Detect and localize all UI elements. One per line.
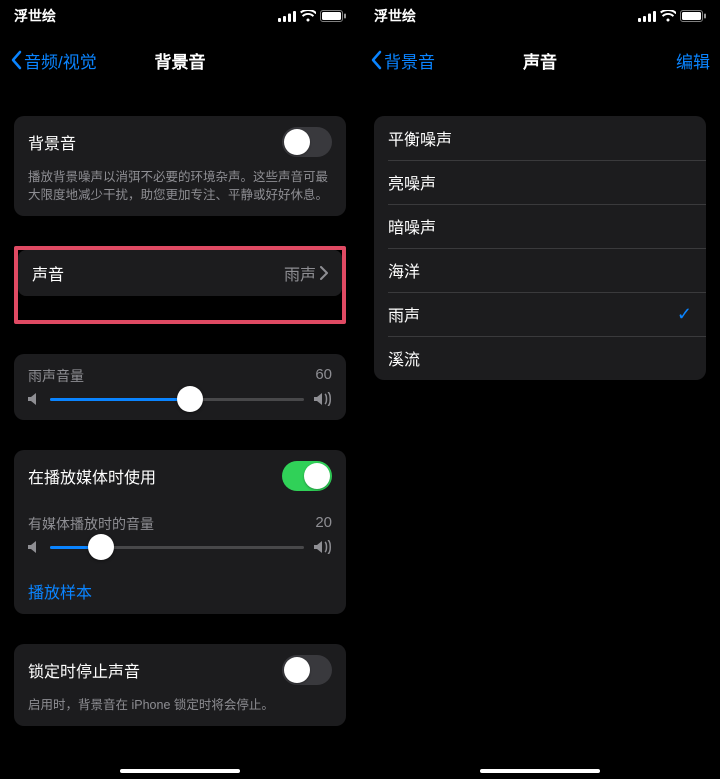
home-indicator[interactable] — [480, 769, 600, 773]
nav-back-label: 背景音 — [384, 48, 435, 73]
lock-toggle[interactable] — [282, 655, 332, 685]
phone-right: 浮世绘 背景音 声音 编辑 平衡噪声亮噪声暗噪声海洋雨声 ✓ 溪流 — [360, 0, 720, 779]
sound-value: 雨声 — [284, 261, 316, 285]
status-bar: 浮世绘 — [0, 0, 360, 28]
battery-icon — [320, 10, 346, 22]
sound-option-label: 海洋 — [388, 258, 420, 282]
volume-low-icon — [28, 540, 40, 554]
sound-option[interactable]: 暗噪声 — [374, 204, 706, 248]
media-use-label: 在播放媒体时使用 — [28, 464, 156, 488]
vol-value: 60 — [315, 366, 332, 386]
nav-back-button[interactable]: 音频/视觉 — [10, 48, 97, 73]
bg-desc: 播放背景噪声以消弭不必要的环境杂声。这些声音可最大限度地减少干扰，助您更加专注、… — [14, 168, 346, 216]
phone-left: 浮世绘 音频/视觉 背景音 背景音 播放背景噪声以消弭不必要的环境杂声。这些声音… — [0, 0, 360, 779]
sound-option[interactable]: 溪流 — [374, 336, 706, 380]
chevron-left-icon — [10, 50, 22, 70]
vol-label: 雨声音量 — [28, 366, 84, 386]
sound-option[interactable]: 亮噪声 — [374, 160, 706, 204]
vol-slider[interactable] — [50, 398, 304, 401]
check-icon: ✓ — [677, 304, 692, 325]
vol-slider-row[interactable] — [14, 386, 346, 420]
sound-option-label: 平衡噪声 — [388, 126, 452, 150]
volume-high-icon — [314, 392, 332, 406]
nav-bar: 背景音 声音 编辑 — [360, 38, 720, 82]
media-vol-slider-row[interactable] — [14, 534, 346, 568]
content: 平衡噪声亮噪声暗噪声海洋雨声 ✓ 溪流 — [360, 106, 720, 420]
row-play-sample[interactable]: 播放样本 — [14, 568, 346, 614]
home-indicator[interactable] — [120, 769, 240, 773]
sound-option-label: 雨声 — [388, 302, 420, 326]
lock-desc: 启用时，背景音在 iPhone 锁定时将会停止。 — [14, 696, 346, 726]
content: 背景音 播放背景噪声以消弭不必要的环境杂声。这些声音可最大限度地减少干扰，助您更… — [0, 106, 360, 766]
status-bar: 浮世绘 — [360, 0, 720, 28]
row-lock-toggle[interactable]: 锁定时停止声音 — [14, 644, 346, 696]
sound-option-label: 亮噪声 — [388, 170, 436, 194]
battery-icon — [680, 10, 706, 22]
volume-high-icon — [314, 540, 332, 554]
sound-option-label: 暗噪声 — [388, 214, 436, 238]
sound-option[interactable]: 海洋 — [374, 248, 706, 292]
group-media-use: 在播放媒体时使用 有媒体播放时的音量 20 播放样本 — [14, 450, 346, 614]
sound-label: 声音 — [32, 261, 64, 285]
status-icons — [638, 10, 706, 22]
wifi-icon — [660, 10, 676, 22]
status-time-or-app: 浮世绘 — [374, 6, 416, 26]
status-time-or-app: 浮世绘 — [14, 6, 56, 26]
group-background-sound: 背景音 播放背景噪声以消弭不必要的环境杂声。这些声音可最大限度地减少干扰，助您更… — [14, 116, 346, 216]
media-vol-label: 有媒体播放时的音量 — [28, 514, 154, 534]
row-media-use[interactable]: 在播放媒体时使用 — [14, 450, 346, 502]
sound-option[interactable]: 雨声 ✓ — [374, 292, 706, 336]
bg-toggle[interactable] — [282, 127, 332, 157]
chevron-left-icon — [370, 50, 382, 70]
group-lock: 锁定时停止声音 启用时，背景音在 iPhone 锁定时将会停止。 — [14, 644, 346, 726]
media-vol-value: 20 — [315, 514, 332, 534]
row-sound[interactable]: 声音 雨声 — [18, 250, 342, 296]
media-vol-slider[interactable] — [50, 546, 304, 549]
volume-low-icon — [28, 392, 40, 406]
wifi-icon — [300, 10, 316, 22]
sound-row-highlight: 声音 雨声 — [14, 246, 346, 324]
bg-toggle-label: 背景音 — [28, 130, 76, 154]
row-bg-toggle[interactable]: 背景音 — [14, 116, 346, 168]
play-sample-link: 播放样本 — [28, 579, 92, 603]
nav-edit-button[interactable]: 编辑 — [676, 48, 710, 73]
nav-back-label: 音频/视觉 — [24, 48, 97, 73]
group-volume: 雨声音量 60 — [14, 354, 346, 420]
lock-label: 锁定时停止声音 — [28, 658, 140, 682]
chevron-right-icon — [320, 266, 328, 280]
nav-back-button[interactable]: 背景音 — [370, 48, 435, 73]
status-icons — [278, 10, 346, 22]
media-use-toggle[interactable] — [282, 461, 332, 491]
sound-option[interactable]: 平衡噪声 — [374, 116, 706, 160]
sound-options-list: 平衡噪声亮噪声暗噪声海洋雨声 ✓ 溪流 — [374, 116, 706, 380]
signal-icon — [278, 11, 296, 22]
sound-option-label: 溪流 — [388, 346, 420, 370]
nav-bar: 音频/视觉 背景音 — [0, 38, 360, 82]
signal-icon — [638, 11, 656, 22]
